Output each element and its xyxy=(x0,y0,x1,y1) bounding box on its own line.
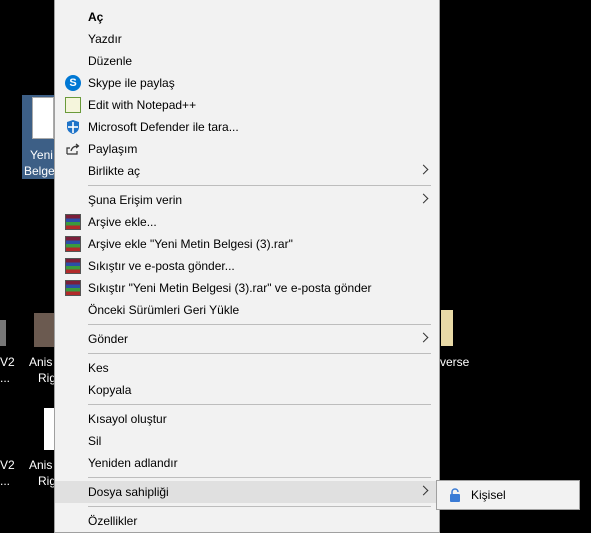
menu-item-copy[interactable]: Kopyala xyxy=(55,379,439,401)
anis-icon-2[interactable] xyxy=(44,408,54,450)
desktop-label[interactable]: ... xyxy=(0,371,10,385)
menu-item-label: Arşive ekle "Yeni Metin Belgesi (3).rar" xyxy=(88,237,293,251)
menu-item-add-archive[interactable]: Arşive ekle... xyxy=(55,211,439,233)
file-label-line2[interactable]: Belge xyxy=(24,164,55,178)
menu-item-rename[interactable]: Yeniden adlandır xyxy=(55,452,439,474)
menu-item-label: Şuna Erişim verin xyxy=(88,193,183,207)
ownership-submenu: Kişisel xyxy=(436,480,580,510)
menu-item-label: Edit with Notepad++ xyxy=(88,98,197,112)
anis-icon[interactable] xyxy=(34,313,54,347)
menu-item-label: Dosya sahipliği xyxy=(88,485,169,499)
menu-item-label: Kısayol oluştur xyxy=(88,412,167,426)
desktop-label[interactable]: verse xyxy=(440,355,469,369)
menu-item-label: Skype ile paylaş xyxy=(88,76,175,90)
menu-item-compress-email[interactable]: Sıkıştır ve e-posta gönder... xyxy=(55,255,439,277)
menu-item-defender[interactable]: Microsoft Defender ile tara... xyxy=(55,116,439,138)
winrar-icon xyxy=(65,258,81,274)
menu-item-send-to[interactable]: Gönder xyxy=(55,328,439,350)
chevron-right-icon xyxy=(418,485,429,496)
menu-item-open[interactable]: Aç xyxy=(55,6,439,28)
menu-item-compress-named-email[interactable]: Sıkıştır "Yeni Metin Belgesi (3).rar" ve… xyxy=(55,277,439,299)
menu-item-label: Sil xyxy=(88,434,102,448)
menu-item-notepadpp[interactable]: Edit with Notepad++ xyxy=(55,94,439,116)
notepadpp-icon xyxy=(65,97,81,113)
desktop-label[interactable]: V2 xyxy=(0,355,15,369)
menu-item-label: Kes xyxy=(88,361,109,375)
menu-item-print[interactable]: Yazdır xyxy=(55,28,439,50)
menu-item-label: Gönder xyxy=(88,332,129,346)
chevron-right-icon xyxy=(418,164,429,175)
unlock-icon xyxy=(447,487,463,503)
menu-item-edit[interactable]: Düzenle xyxy=(55,50,439,72)
menu-item-label: Paylaşım xyxy=(88,142,138,156)
menu-item-label: Sıkıştır "Yeni Metin Belgesi (3).rar" ve… xyxy=(88,281,372,295)
separator xyxy=(88,506,431,507)
menu-item-file-ownership[interactable]: Dosya sahipliği xyxy=(55,481,439,503)
menu-item-restore-versions[interactable]: Önceki Sürümleri Geri Yükle xyxy=(55,299,439,321)
desktop-label[interactable]: Anis xyxy=(29,458,52,472)
winrar-icon xyxy=(65,280,81,296)
menu-item-open-with[interactable]: Birlikte aç xyxy=(55,160,439,182)
separator xyxy=(88,185,431,186)
menu-item-label: Önceki Sürümleri Geri Yükle xyxy=(88,303,240,317)
menu-item-label: Kopyala xyxy=(88,383,132,397)
menu-item-label: Düzenle xyxy=(88,54,133,68)
submenu-item-personal[interactable]: Kişisel xyxy=(437,484,579,506)
folder-icon[interactable] xyxy=(441,310,453,346)
menu-item-delete[interactable]: Sil xyxy=(55,430,439,452)
share-icon xyxy=(65,141,81,157)
file-label-line1[interactable]: Yeni xyxy=(30,148,53,162)
menu-item-share[interactable]: Paylaşım xyxy=(55,138,439,160)
separator xyxy=(88,477,431,478)
menu-item-label: Sıkıştır ve e-posta gönder... xyxy=(88,259,235,273)
chevron-right-icon xyxy=(418,193,429,204)
separator xyxy=(88,404,431,405)
context-menu: Aç Yazdır Düzenle S Skype ile paylaş Edi… xyxy=(54,0,440,533)
partial-icon-left[interactable] xyxy=(0,320,6,346)
menu-item-label: Arşive ekle... xyxy=(88,215,157,229)
menu-item-skype[interactable]: S Skype ile paylaş xyxy=(55,72,439,94)
menu-item-label: Birlikte aç xyxy=(88,164,141,178)
menu-item-add-archive-named[interactable]: Arşive ekle "Yeni Metin Belgesi (3).rar" xyxy=(55,233,439,255)
menu-item-label: Aç xyxy=(88,10,104,24)
separator xyxy=(88,353,431,354)
menu-item-properties[interactable]: Özellikler xyxy=(55,510,439,532)
menu-item-give-access[interactable]: Şuna Erişim verin xyxy=(55,189,439,211)
desktop-label[interactable]: Anis xyxy=(29,355,52,369)
chevron-right-icon xyxy=(418,332,429,343)
desktop-label[interactable]: V2 xyxy=(0,458,15,472)
separator xyxy=(88,324,431,325)
winrar-icon xyxy=(65,236,81,252)
menu-item-label: Özellikler xyxy=(88,514,138,528)
desktop-label[interactable]: ... xyxy=(0,474,10,488)
defender-shield-icon xyxy=(65,119,81,135)
menu-item-label: Yazdır xyxy=(88,32,122,46)
menu-item-label: Yeniden adlandır xyxy=(88,456,178,470)
submenu-item-label: Kişisel xyxy=(471,488,506,502)
menu-item-create-shortcut[interactable]: Kısayol oluştur xyxy=(55,408,439,430)
skype-icon: S xyxy=(65,75,81,91)
menu-item-label: Microsoft Defender ile tara... xyxy=(88,120,239,134)
winrar-icon xyxy=(65,214,81,230)
text-file-icon[interactable] xyxy=(32,97,54,139)
menu-item-cut[interactable]: Kes xyxy=(55,357,439,379)
